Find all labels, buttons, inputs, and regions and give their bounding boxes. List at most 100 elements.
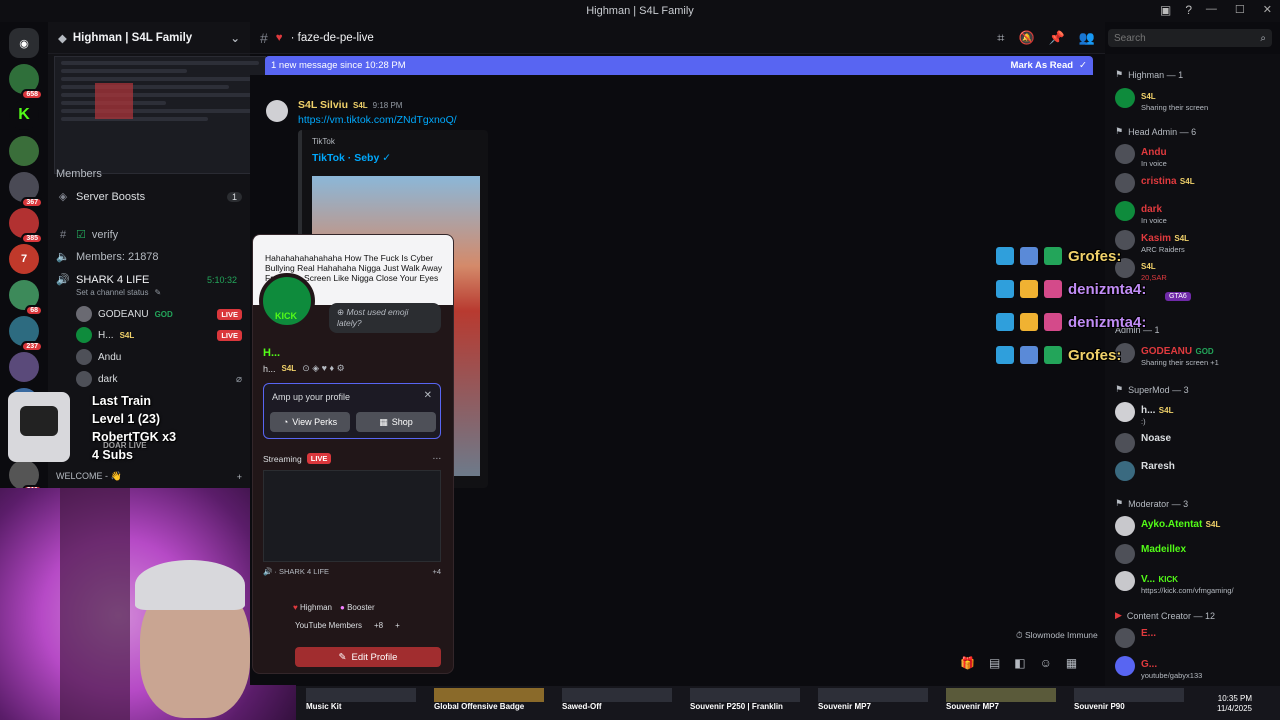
embed-title[interactable]: TikTok · Seby ✓ (312, 152, 391, 164)
member-row[interactable]: dark In voice (1115, 201, 1275, 225)
stream-channel[interactable]: 🔊 · SHARK 4 LIFE +4 (263, 567, 441, 576)
members-category[interactable]: Members (56, 168, 242, 180)
voice-status[interactable]: Set a channel status ✎ (76, 288, 262, 297)
mute-icon[interactable]: 🔕 (1018, 30, 1034, 46)
badge-icon (1044, 346, 1062, 364)
close-window-button[interactable]: ✕ (1263, 3, 1272, 16)
taskbar-item[interactable]: Souvenir MP7 (946, 688, 1056, 716)
taskbar-item[interactable]: Souvenir P90 (1074, 688, 1184, 716)
members-icon[interactable]: 👥 (1079, 30, 1095, 46)
member-row[interactable]: h... S4L:) (1115, 402, 1275, 426)
more-icon[interactable]: ⋯ (433, 453, 442, 464)
maximize-button[interactable]: ☐ (1235, 3, 1245, 16)
member-row[interactable]: GODEANU GOD Sharing their screen +1 (1115, 343, 1275, 367)
close-icon[interactable]: ✕ (424, 390, 432, 401)
kick-server-icon[interactable]: K (9, 100, 39, 130)
apps-icon[interactable]: ▦ (1066, 656, 1077, 670)
view-perks-button[interactable]: ◔ View Perks (270, 412, 350, 432)
avatar (76, 306, 92, 322)
voice-channel[interactable]: 🔊 SHARK 4 LIFE 5:10:32 (56, 273, 242, 287)
minimize-button[interactable]: — (1206, 3, 1217, 16)
stream-thumbnail[interactable] (263, 470, 441, 562)
category-welcome[interactable]: WELCOME - 👋 + (56, 471, 242, 482)
avatar[interactable] (266, 100, 288, 122)
speaker-icon: 🔊 (56, 274, 70, 286)
taskbar-item[interactable]: Sawed-Off (562, 688, 672, 716)
member-row[interactable]: S4L 20,SAR (1115, 258, 1275, 282)
voice-user[interactable]: dark ⌀ (76, 371, 242, 387)
server-icon[interactable]: 385 (9, 208, 43, 244)
shop-button[interactable]: ▦ Shop (356, 412, 436, 432)
add-role-icon[interactable]: + (395, 621, 400, 630)
gift-icon[interactable]: 🎁 (960, 656, 975, 670)
search-icon[interactable]: ⌕ (1260, 33, 1266, 44)
role-chip[interactable]: ● Booster (340, 603, 375, 612)
discord-home-icon[interactable]: ◉ (9, 28, 39, 58)
mark-as-read-button[interactable]: Mark As Read (1011, 60, 1073, 71)
server-boosts[interactable]: ◈ Server Boosts 1 (56, 190, 242, 203)
member-row[interactable]: Ayko.Atentat S4L (1115, 516, 1275, 536)
member-list: ⚑ Highman — 1 S4L Sharing their screen ⚑ He… (1105, 54, 1280, 689)
voice-user[interactable]: H... S4L LIVE (76, 327, 242, 343)
member-row[interactable]: Andu In voice (1115, 144, 1275, 168)
profile-avatar[interactable] (259, 273, 315, 329)
chevron-down-icon[interactable]: ⌄ (230, 31, 240, 45)
server-icon[interactable] (9, 136, 39, 166)
more-roles[interactable]: +8 (374, 621, 383, 630)
server-icon[interactable]: 237 (9, 316, 43, 352)
inbox-icon[interactable]: ▣ (1160, 3, 1171, 17)
message-link[interactable]: https://vm.tiktok.com/ZNdTgxnoQ/ (298, 114, 457, 126)
edit-profile-button[interactable]: ✎ Edit Profile (295, 647, 441, 667)
streaming-section: Streaming LIVE ⋯ 🔊 · SHARK 4 LIFE +4 (263, 453, 441, 576)
voice-user[interactable]: Andu (76, 349, 242, 365)
member-row[interactable]: Madeillex (1115, 544, 1275, 564)
channel-members-count[interactable]: 🔈 Members: 21878 (56, 250, 242, 264)
role-chip[interactable]: YouTube Members (295, 621, 362, 630)
member-row[interactable]: Kasim S4L ARC Raiders (1115, 230, 1275, 254)
member-row[interactable]: V... KICK https://kick.com/vfmgaming/ (1115, 571, 1275, 595)
voice-user[interactable]: GODEANU GOD LIVE (76, 306, 242, 322)
pin-icon[interactable]: 📌 (1049, 30, 1065, 46)
system-clock[interactable]: 10:35 PM 11/4/2025 (1217, 694, 1252, 714)
member-row[interactable]: G... youtube/gabyx133 (1115, 656, 1275, 680)
status-bubble[interactable]: ⊕ Most used emoji lately? (329, 303, 441, 333)
taskbar-item[interactable]: Souvenir P250 | Franklin (690, 688, 800, 716)
channel-verify[interactable]: # ☑ verify (56, 228, 242, 242)
role-chip[interactable]: ♥ Highman (293, 603, 332, 612)
badge-icons: ⊙ ◈ ♥ ♦ ⚙ (302, 363, 345, 373)
server-name: Highman | S4L Family (72, 31, 193, 44)
server-icon[interactable]: 211 (9, 460, 43, 496)
new-messages-bar[interactable]: 1 new message since 10:28 PM Mark As Rea… (265, 56, 1093, 75)
member-row[interactable]: S4L Sharing their screen (1115, 88, 1275, 112)
member-row[interactable]: Noase (1115, 433, 1275, 453)
window-titlebar: Highman | S4L Family ▣ ? — ☐ ✕ (0, 0, 1280, 22)
check-icon: ☑ (76, 229, 86, 241)
server-icon[interactable]: 658 (9, 64, 43, 100)
threads-icon[interactable]: ⌗ (997, 30, 1004, 46)
profile-popout: Hahahahahahahaha How The Fuck Is Cyber B… (252, 234, 454, 674)
member-row[interactable]: E... (1115, 628, 1275, 648)
member-row[interactable]: cristina S4L (1115, 173, 1275, 193)
taskbar-item[interactable]: Music Kit (306, 688, 416, 716)
message-author[interactable]: S4L Silviu S4L 9:18 PM (298, 99, 402, 111)
sticker-icon[interactable]: ◧ (1014, 656, 1025, 670)
gif-icon[interactable]: ▤ (989, 656, 1000, 670)
guild-header[interactable]: ◆ Highman | S4L Family ⌄ (48, 22, 250, 54)
server-icon[interactable]: 68 (9, 280, 43, 316)
search-box[interactable]: ⌕ (1108, 29, 1272, 47)
taskbar-item[interactable]: Souvenir MP7 (818, 688, 928, 716)
help-icon[interactable]: ? (1185, 3, 1192, 17)
emoji-icon[interactable]: ☺ (1040, 656, 1052, 670)
robot-icon (1020, 346, 1038, 364)
search-input[interactable] (1114, 32, 1244, 44)
stream-preview[interactable] (54, 56, 266, 174)
chat-overlay-line: Grofes: (996, 247, 1121, 265)
server-icon[interactable] (9, 352, 39, 382)
server-icon[interactable]: 367 (9, 172, 43, 208)
member-row[interactable]: Raresh (1115, 461, 1275, 481)
avatar (76, 371, 92, 387)
server-icon[interactable]: 7 (9, 244, 39, 274)
taskbar-item[interactable]: Global Offensive Badge (434, 688, 544, 716)
add-channel-icon[interactable]: + (237, 472, 242, 482)
badge-icon (996, 346, 1014, 364)
